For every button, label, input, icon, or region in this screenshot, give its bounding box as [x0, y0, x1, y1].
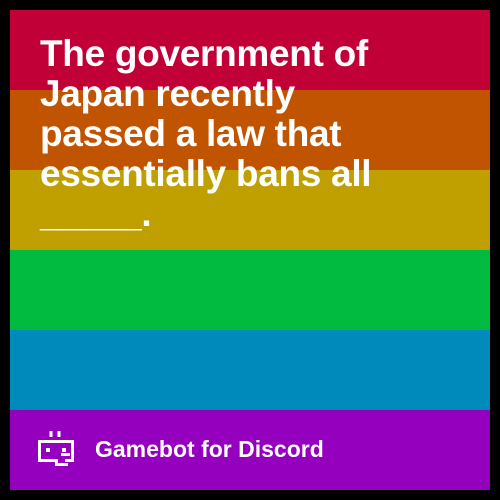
branding-footer: Gamebot for Discord	[10, 410, 490, 490]
brand-name: Gamebot for Discord	[95, 436, 324, 462]
stripe-blue	[10, 330, 490, 410]
prompt-text: The government of Japan recently passed …	[40, 33, 372, 234]
stripe-green	[10, 250, 490, 330]
prompt-card: The government of Japan recently passed …	[10, 10, 490, 490]
gamebot-robot-icon	[36, 430, 76, 470]
